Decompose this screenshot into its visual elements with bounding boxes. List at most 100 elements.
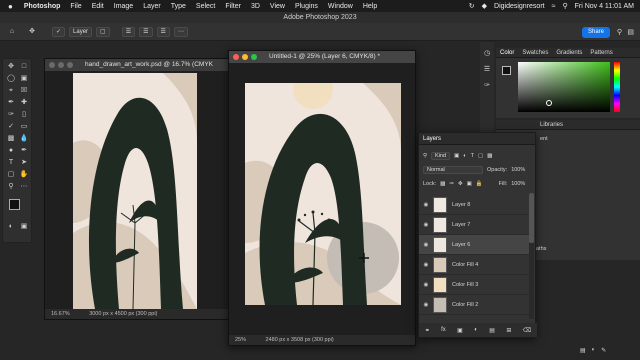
eyedropper-icon[interactable]: ✒: [5, 97, 17, 108]
lock-artboard-icon[interactable]: ▣: [467, 181, 472, 187]
doc2-zoom[interactable]: 25%: [235, 337, 246, 343]
dodge-tool-icon[interactable]: ●: [5, 145, 17, 156]
more-options-icon[interactable]: ⋯: [173, 26, 188, 37]
blur-tool-icon[interactable]: 💧: [18, 133, 30, 144]
tab-patterns[interactable]: Patterns: [590, 50, 612, 56]
visibility-eye-icon[interactable]: ◉: [419, 222, 433, 228]
menu-window[interactable]: Window: [323, 3, 358, 10]
filter-smart-icon[interactable]: ▩: [487, 153, 492, 159]
layer-row-color-fill-4[interactable]: ◉ Color Fill 4: [419, 255, 531, 275]
doc2-canvas[interactable]: [245, 83, 401, 305]
minimize-icon[interactable]: [58, 62, 64, 68]
auto-select-target[interactable]: Layer: [69, 26, 93, 37]
menu-help[interactable]: Help: [358, 3, 382, 10]
healing-brush-icon[interactable]: ✚: [18, 97, 30, 108]
visibility-eye-icon[interactable]: ◉: [419, 242, 433, 248]
tab-libraries[interactable]: Libraries: [540, 122, 563, 128]
stamp-tool-icon[interactable]: ▯: [18, 109, 30, 120]
move-tool-icon[interactable]: ✥: [26, 26, 38, 37]
dropbox-icon[interactable]: ◆: [482, 2, 487, 10]
layers-scrollbar-thumb[interactable]: [529, 193, 534, 243]
close-icon[interactable]: [49, 62, 55, 68]
filter-shape-icon[interactable]: ▢: [478, 153, 483, 159]
align-right-icon[interactable]: ☰: [156, 26, 170, 37]
align-center-icon[interactable]: ☰: [139, 26, 153, 37]
doc1-zoom[interactable]: 16.67%: [51, 311, 70, 317]
apple-menu-icon[interactable]: ●: [0, 2, 19, 11]
marquee-tool-icon[interactable]: □: [18, 61, 30, 72]
layer-name[interactable]: Color Fill 4: [452, 262, 478, 268]
frame-tool-icon[interactable]: ☒: [18, 85, 30, 96]
minimize-icon[interactable]: [242, 54, 248, 60]
mask-icon[interactable]: ▣: [457, 327, 463, 334]
lock-move-icon[interactable]: ✥: [458, 181, 463, 187]
lasso-tool-icon[interactable]: ◯: [5, 73, 17, 84]
rectangle-tool-icon[interactable]: ▢: [5, 169, 17, 180]
workspace-icon[interactable]: ▤: [627, 28, 634, 36]
foreground-color-swatch[interactable]: [502, 66, 511, 75]
filter-adjustment-icon[interactable]: ◐: [463, 153, 466, 159]
tab-gradients[interactable]: Gradients: [556, 50, 582, 56]
menu-edit[interactable]: Edit: [87, 3, 109, 10]
brush-tool-icon[interactable]: ✑: [5, 109, 17, 120]
new-layer-icon[interactable]: ⊞: [506, 327, 511, 334]
eraser-icon[interactable]: ▭: [18, 121, 30, 132]
hand-tool-icon[interactable]: ✋: [18, 169, 30, 180]
document-window-hand-drawn[interactable]: hand_drawn_art_work.psd @ 16.7% (CMYK 16…: [44, 58, 234, 320]
doc1-canvas[interactable]: [73, 73, 197, 309]
lock-all-icon[interactable]: 🔒: [476, 181, 483, 187]
lock-transparent-icon[interactable]: ▩: [440, 181, 445, 187]
menu-layer[interactable]: Layer: [138, 3, 166, 10]
paths-dock-icon[interactable]: ✎: [601, 347, 606, 354]
brush-panel-icon[interactable]: ✑: [481, 80, 493, 91]
link-icon[interactable]: ⚭: [425, 327, 430, 334]
fill-value[interactable]: 100%: [511, 181, 525, 187]
layer-name[interactable]: Layer 7: [452, 222, 470, 228]
history-brush-icon[interactable]: ✓: [5, 121, 17, 132]
layer-filter-kind[interactable]: Kind: [431, 152, 451, 160]
type-tool-icon[interactable]: T: [5, 157, 17, 168]
trash-icon[interactable]: ⌫: [523, 327, 531, 334]
share-button[interactable]: Share: [581, 27, 610, 38]
visibility-eye-icon[interactable]: ◉: [419, 262, 433, 268]
menu-image[interactable]: Image: [109, 3, 138, 10]
menu-select[interactable]: Select: [191, 3, 220, 10]
layers-scrollbar[interactable]: [529, 193, 534, 319]
sync-icon[interactable]: ↻: [469, 2, 475, 10]
layer-name[interactable]: Layer 8: [452, 202, 470, 208]
search-icon[interactable]: ⚲: [562, 2, 567, 10]
layer-row-color-fill-3[interactable]: ◉ Color Fill 3: [419, 275, 531, 295]
auto-select-checkbox[interactable]: ✓: [52, 26, 66, 37]
menu-view[interactable]: View: [265, 3, 290, 10]
layer-name[interactable]: Color Fill 3: [452, 282, 478, 288]
menu-user[interactable]: Digidesignresort: [494, 3, 545, 10]
layers-dock-icon[interactable]: ▤: [580, 347, 586, 354]
opacity-value[interactable]: 100%: [511, 167, 525, 173]
document-window-untitled[interactable]: Untitled-1 @ 25% (Layer 6, CMYK/8) * 25%…: [228, 50, 416, 346]
paths-tab[interactable]: aths: [536, 246, 546, 252]
menu-filter[interactable]: Filter: [220, 3, 246, 10]
zoom-icon[interactable]: [67, 62, 73, 68]
visibility-eye-icon[interactable]: ◉: [419, 302, 433, 308]
adjustment-icon[interactable]: ◐: [474, 327, 478, 333]
zoom-icon[interactable]: [251, 54, 257, 60]
menu-3d[interactable]: 3D: [246, 3, 265, 10]
show-transform-controls[interactable]: ▢: [96, 26, 110, 37]
screen-mode-icon[interactable]: ▣: [18, 221, 30, 232]
properties-panel-icon[interactable]: ☰: [481, 64, 493, 75]
visibility-eye-icon[interactable]: ◉: [419, 282, 433, 288]
pen-tool-icon[interactable]: ✒: [18, 145, 30, 156]
home-icon[interactable]: ⌂: [6, 26, 18, 37]
fx-icon[interactable]: fx: [441, 327, 446, 333]
layers-panel-title[interactable]: Layers: [423, 136, 441, 142]
doc2-title-bar[interactable]: Untitled-1 @ 25% (Layer 6, CMYK/8) *: [229, 51, 415, 63]
folder-icon[interactable]: ▤: [489, 327, 495, 334]
lock-brush-icon[interactable]: ✑: [449, 181, 454, 187]
channels-dock-icon[interactable]: ◐: [592, 347, 596, 353]
doc1-title-bar[interactable]: hand_drawn_art_work.psd @ 16.7% (CMYK: [45, 59, 233, 71]
layer-row-layer-8[interactable]: ◉ Layer 8: [419, 195, 531, 215]
tab-color[interactable]: Color: [500, 50, 514, 56]
more-tools-icon[interactable]: ⋯: [18, 181, 30, 192]
history-panel-icon[interactable]: ◷: [481, 48, 493, 59]
menu-file[interactable]: File: [65, 3, 86, 10]
